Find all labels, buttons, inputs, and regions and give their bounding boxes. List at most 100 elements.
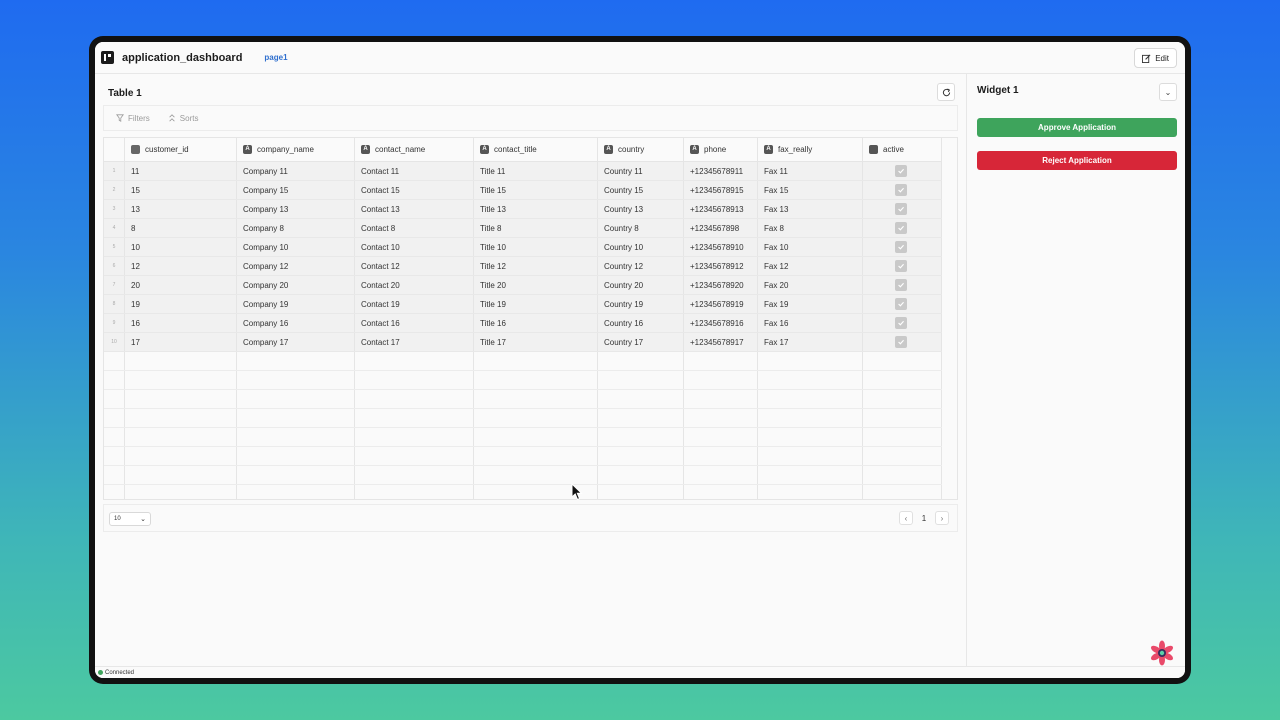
cell-fax-really[interactable]: Fax 12: [758, 257, 863, 275]
cell-country[interactable]: Country 10: [598, 238, 684, 256]
cell-phone[interactable]: +12345678912: [684, 257, 758, 275]
cell-country[interactable]: Country 19: [598, 295, 684, 313]
cell-company-name[interactable]: Company 13: [237, 200, 355, 218]
cell-contact-name[interactable]: Contact 15: [355, 181, 474, 199]
cell-fax-really[interactable]: Fax 15: [758, 181, 863, 199]
refresh-button[interactable]: [937, 83, 955, 101]
cell-fax-really[interactable]: Fax 8: [758, 219, 863, 237]
cell-company-name[interactable]: Company 11: [237, 162, 355, 180]
column-header-fax-really[interactable]: Afax_really: [758, 138, 863, 161]
cell-contact-title[interactable]: Title 13: [474, 200, 598, 218]
cell-company-name[interactable]: Company 16: [237, 314, 355, 332]
active-checkbox[interactable]: [895, 165, 907, 177]
column-header-contact-title[interactable]: Acontact_title: [474, 138, 598, 161]
table-row[interactable]: 9 16 Company 16 Contact 16 Title 16 Country 1…: [104, 314, 942, 333]
cell-contact-title[interactable]: Title 12: [474, 257, 598, 275]
cell-customer-id[interactable]: 15: [125, 181, 237, 199]
column-header-contact-name[interactable]: Acontact_name: [355, 138, 474, 161]
cell-contact-title[interactable]: Title 15: [474, 181, 598, 199]
column-header-company-name[interactable]: Acompany_name: [237, 138, 355, 161]
table-row[interactable]: 10 17 Company 17 Contact 17 Title 17 Country …: [104, 333, 942, 352]
cell-phone[interactable]: +12345678919: [684, 295, 758, 313]
cell-contact-title[interactable]: Title 19: [474, 295, 598, 313]
active-checkbox[interactable]: [895, 260, 907, 272]
cell-contact-name[interactable]: Contact 20: [355, 276, 474, 294]
cell-country[interactable]: Country 17: [598, 333, 684, 351]
cell-fax-really[interactable]: Fax 20: [758, 276, 863, 294]
active-checkbox[interactable]: [895, 241, 907, 253]
cell-contact-name[interactable]: Contact 11: [355, 162, 474, 180]
cell-contact-name[interactable]: Contact 13: [355, 200, 474, 218]
table-row[interactable]: 4 8 Company 8 Contact 8 Title 8 Country 8 +123…: [104, 219, 942, 238]
cell-country[interactable]: Country 16: [598, 314, 684, 332]
cell-contact-title[interactable]: Title 11: [474, 162, 598, 180]
cell-active[interactable]: [863, 295, 942, 313]
cell-country[interactable]: Country 20: [598, 276, 684, 294]
cell-customer-id[interactable]: 8: [125, 219, 237, 237]
widget-collapse-button[interactable]: ⌄: [1159, 83, 1177, 101]
cell-phone[interactable]: +12345678913: [684, 200, 758, 218]
column-header-phone[interactable]: Aphone: [684, 138, 758, 161]
table-row[interactable]: 7 20 Company 20 Contact 20 Title 20 Country 2…: [104, 276, 942, 295]
cell-company-name[interactable]: Company 17: [237, 333, 355, 351]
cell-contact-name[interactable]: Contact 19: [355, 295, 474, 313]
active-checkbox[interactable]: [895, 222, 907, 234]
cell-customer-id[interactable]: 16: [125, 314, 237, 332]
active-checkbox[interactable]: [895, 279, 907, 291]
cell-customer-id[interactable]: 20: [125, 276, 237, 294]
cell-country[interactable]: Country 15: [598, 181, 684, 199]
prev-page-button[interactable]: ‹: [899, 511, 913, 525]
table-row[interactable]: 3 13 Company 13 Contact 13 Title 13 Country 1…: [104, 200, 942, 219]
cell-fax-really[interactable]: Fax 13: [758, 200, 863, 218]
cell-country[interactable]: Country 12: [598, 257, 684, 275]
cell-customer-id[interactable]: 11: [125, 162, 237, 180]
cell-phone[interactable]: +12345678915: [684, 181, 758, 199]
active-checkbox[interactable]: [895, 336, 907, 348]
cell-contact-title[interactable]: Title 20: [474, 276, 598, 294]
column-header-country[interactable]: Acountry: [598, 138, 684, 161]
cell-country[interactable]: Country 8: [598, 219, 684, 237]
active-checkbox[interactable]: [895, 298, 907, 310]
cell-contact-name[interactable]: Contact 8: [355, 219, 474, 237]
cell-active[interactable]: [863, 181, 942, 199]
cell-company-name[interactable]: Company 19: [237, 295, 355, 313]
cell-phone[interactable]: +12345678911: [684, 162, 758, 180]
cell-customer-id[interactable]: 12: [125, 257, 237, 275]
cell-fax-really[interactable]: Fax 19: [758, 295, 863, 313]
cell-fax-really[interactable]: Fax 10: [758, 238, 863, 256]
cell-fax-really[interactable]: Fax 17: [758, 333, 863, 351]
cell-active[interactable]: [863, 333, 942, 351]
cell-active[interactable]: [863, 162, 942, 180]
cell-contact-title[interactable]: Title 10: [474, 238, 598, 256]
sorts-button[interactable]: Sorts: [168, 114, 198, 123]
cell-active[interactable]: [863, 314, 942, 332]
cell-company-name[interactable]: Company 12: [237, 257, 355, 275]
edit-button[interactable]: Edit: [1134, 48, 1177, 68]
cell-customer-id[interactable]: 10: [125, 238, 237, 256]
cell-fax-really[interactable]: Fax 11: [758, 162, 863, 180]
cell-company-name[interactable]: Company 10: [237, 238, 355, 256]
page-size-select[interactable]: 10 ⌄: [109, 512, 151, 526]
current-page[interactable]: 1: [917, 511, 931, 525]
table-row[interactable]: 2 15 Company 15 Contact 15 Title 15 Country 1…: [104, 181, 942, 200]
cell-phone[interactable]: +12345678916: [684, 314, 758, 332]
table-row[interactable]: 5 10 Company 10 Contact 10 Title 10 Country 1…: [104, 238, 942, 257]
cell-active[interactable]: [863, 257, 942, 275]
table-row[interactable]: 6 12 Company 12 Contact 12 Title 12 Country 1…: [104, 257, 942, 276]
cell-phone[interactable]: +12345678917: [684, 333, 758, 351]
table-row[interactable]: 1 11 Company 11 Contact 11 Title 11 Country 1…: [104, 162, 942, 181]
column-header-active[interactable]: active: [863, 138, 942, 161]
active-checkbox[interactable]: [895, 203, 907, 215]
cell-active[interactable]: [863, 219, 942, 237]
cell-contact-name[interactable]: Contact 17: [355, 333, 474, 351]
cell-active[interactable]: [863, 276, 942, 294]
cell-customer-id[interactable]: 19: [125, 295, 237, 313]
cell-contact-name[interactable]: Contact 12: [355, 257, 474, 275]
brand-logo-icon[interactable]: [1149, 640, 1175, 666]
table-row[interactable]: 8 19 Company 19 Contact 19 Title 19 Country 1…: [104, 295, 942, 314]
cell-company-name[interactable]: Company 8: [237, 219, 355, 237]
next-page-button[interactable]: ›: [935, 511, 949, 525]
cell-company-name[interactable]: Company 20: [237, 276, 355, 294]
cell-fax-really[interactable]: Fax 16: [758, 314, 863, 332]
cell-customer-id[interactable]: 17: [125, 333, 237, 351]
